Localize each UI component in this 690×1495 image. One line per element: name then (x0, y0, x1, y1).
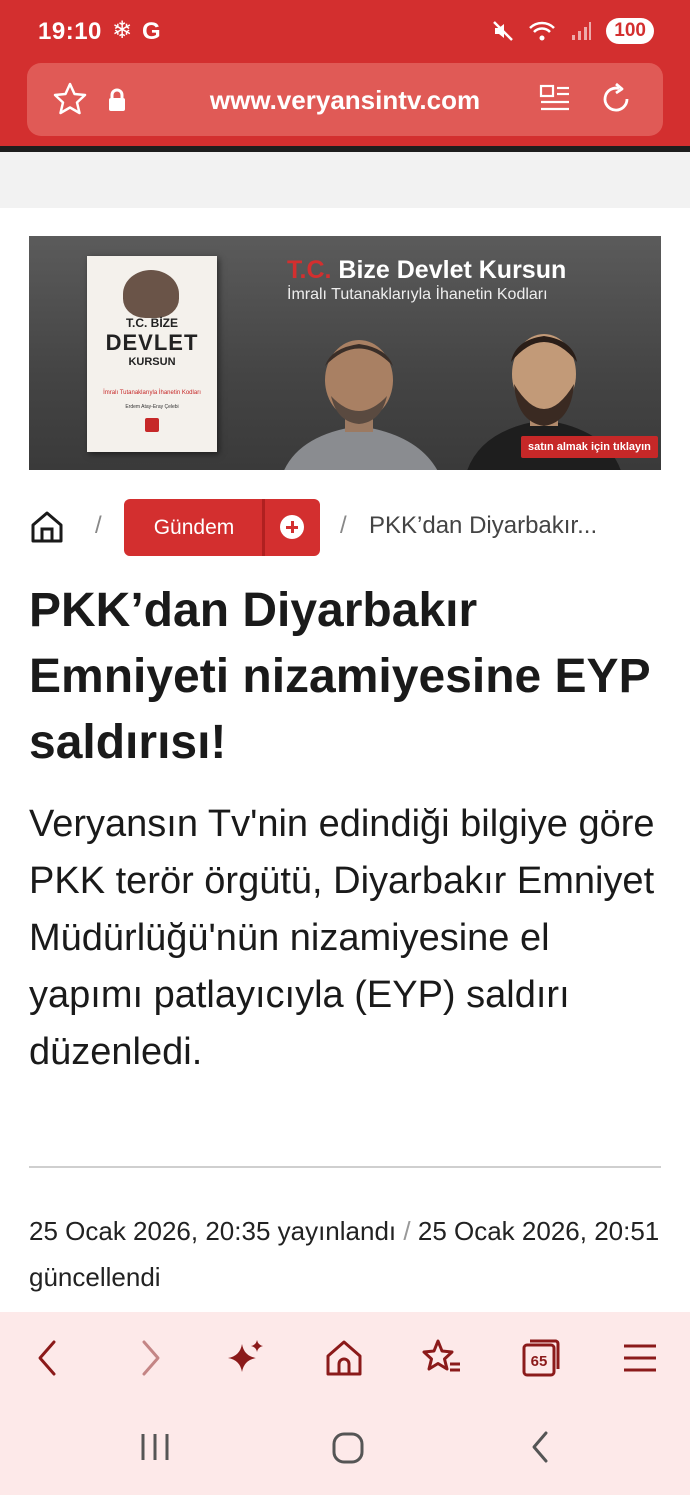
system-home-icon[interactable] (330, 1430, 366, 1466)
breadcrumb-current: PKK’dan Diyarbakır... (369, 512, 598, 539)
follow-plus-icon[interactable] (280, 515, 304, 539)
mute-icon (493, 21, 514, 41)
sparkle-icon[interactable] (224, 1336, 268, 1380)
home-icon[interactable] (29, 509, 65, 545)
buy-cta[interactable]: satın almak için tıklayın (521, 436, 658, 458)
book-subtitle: İmralı Tutanaklarıyla İhanetin Kodları (103, 390, 201, 396)
book-title-line2: DEVLET (105, 330, 199, 355)
status-icons: 100 (492, 18, 654, 44)
home-nav-icon[interactable] (322, 1336, 366, 1380)
reload-icon[interactable] (597, 80, 635, 118)
breadcrumb: / Gündem / PKK’dan Diyarbakır... (29, 498, 669, 556)
top-bar-divider (0, 146, 690, 152)
snowflake-icon: ❄ (112, 17, 133, 44)
category-label[interactable]: Gündem (124, 516, 264, 540)
forward-icon[interactable] (128, 1336, 172, 1380)
google-icon: G (142, 18, 161, 45)
banner-subtitle: İmralı Tutanaklarıyla İhanetin Kodları (287, 286, 548, 303)
article-lead: Veryansın Tv'nin edindiği bilgiye göre P… (29, 803, 655, 1073)
battery-badge: 100 (606, 18, 654, 44)
menu-icon[interactable] (618, 1336, 662, 1380)
author-photo-1 (284, 340, 438, 470)
browser-top-bar: 19:10 ❄ G 100 www.veryansintv.com (0, 0, 690, 148)
book-title-line1: T.C. BİZE (125, 316, 178, 330)
reader-mode-icon[interactable] (539, 83, 571, 115)
book-cover: T.C. BİZE DEVLET KURSUN İmralı Tutanakla… (87, 256, 217, 452)
address-bar[interactable]: www.veryansintv.com (27, 63, 663, 136)
article-card: T.C. BİZE DEVLET KURSUN İmralı Tutanakla… (0, 208, 690, 1312)
status-time: 19:10 (38, 18, 102, 45)
recent-apps-icon[interactable] (138, 1430, 172, 1464)
promo-banner[interactable]: T.C. BİZE DEVLET KURSUN İmralı Tutanakla… (29, 236, 661, 470)
publisher-logo (145, 418, 159, 432)
chip-divider (262, 499, 265, 556)
status-bar: 19:10 ❄ G 100 (0, 0, 690, 62)
back-icon[interactable] (26, 1336, 70, 1380)
date-separator: / (403, 1216, 411, 1246)
book-authors: Erdem Atay-Eray Çelebi (125, 404, 179, 410)
breadcrumb-separator: / (95, 512, 102, 539)
bookmarks-icon[interactable] (420, 1336, 464, 1380)
cover-portrait (123, 270, 179, 318)
system-nav-bar (0, 1402, 690, 1495)
breadcrumb-separator: / (340, 512, 347, 539)
category-chip[interactable]: Gündem (124, 499, 320, 556)
tabs-icon[interactable]: 65 (518, 1336, 562, 1380)
signal-icon (572, 22, 592, 40)
book-title-line3: KURSUN (128, 356, 176, 368)
tabs-count: 65 (531, 1353, 548, 1370)
browser-toolbar: 65 (0, 1312, 690, 1402)
article-headline: PKK’dan Diyarbakır Emniyeti nizamiyesine… (29, 584, 650, 769)
article-dates: 25 Ocak 2026, 20:35 yayınlandı / 25 Ocak… (29, 1208, 661, 1300)
published-date: 25 Ocak 2026, 20:35 yayınlandı (29, 1216, 397, 1246)
divider (29, 1166, 661, 1168)
system-back-icon[interactable] (526, 1430, 556, 1464)
banner-title: T.C. Bize Devlet Kursun (287, 256, 567, 284)
wifi-icon (529, 21, 556, 41)
